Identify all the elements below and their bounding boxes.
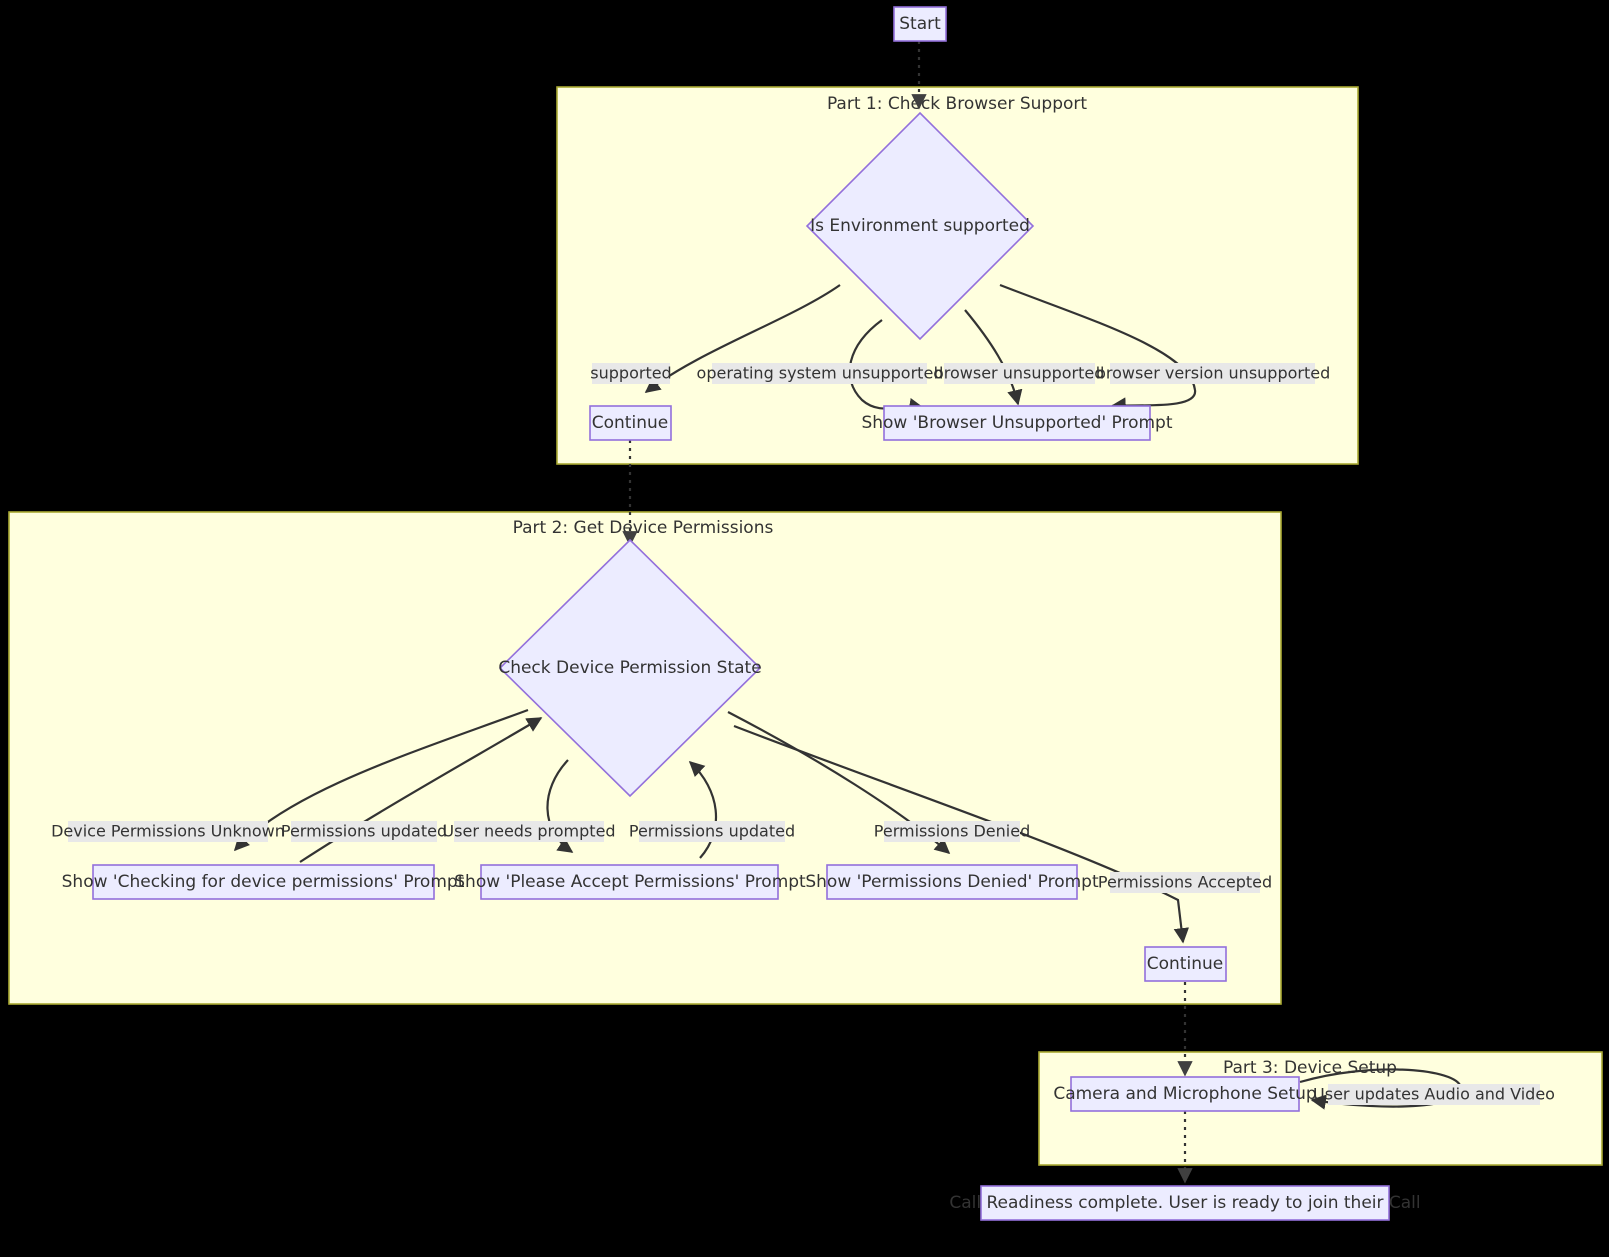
node-continue2-label: Continue [1147,954,1223,974]
edge-label-permissions-denied: Permissions Denied [874,821,1030,842]
edge-label-permissions-denied-text: Permissions Denied [874,822,1030,841]
edge-label-supported-text: supported [590,364,671,383]
node-start[interactable]: Start [893,6,947,42]
flowchart-svg: Part 1: Check Browser Support Part 2: Ge… [8,6,1603,1221]
node-continue1-label: Continue [592,413,668,433]
edge-label-user-updates-av: User updates Audio and Video [1313,1084,1555,1105]
edge-label-device-permissions-unknown-text: Device Permissions Unknown [51,822,285,841]
edge-label-browser-unsupported-text: browser unsupported [934,364,1105,383]
node-accept-prompt-label: Show 'Please Accept Permissions' Prompt [454,872,806,892]
edge-label-permissions-updated-2: Permissions updated [629,821,795,842]
flowchart-diagram: Part 1: Check Browser Support Part 2: Ge… [0,0,1609,1257]
edge-label-user-needs-prompted: User needs prompted [442,821,616,842]
edge-label-permissions-updated-1-text: Permissions updated [281,822,447,841]
cluster-part3-title: Part 3: Device Setup [1223,1058,1397,1078]
node-checking-prompt[interactable]: Show 'Checking for device permissions' P… [62,864,465,900]
edge-label-permissions-updated-2-text: Permissions updated [629,822,795,841]
node-accept-prompt[interactable]: Show 'Please Accept Permissions' Prompt [454,864,806,900]
edge-label-device-permissions-unknown: Device Permissions Unknown [51,821,285,842]
edge-label-permissions-updated-1: Permissions updated [281,821,447,842]
cluster-part1-title: Part 1: Check Browser Support [827,94,1087,114]
edge-label-browser-version-unsupported-text: browser version unsupported [1096,364,1331,383]
node-device-setup-label: Camera and Microphone Setup [1053,1084,1316,1104]
node-denied-prompt-label: Show 'Permissions Denied' Prompt [805,872,1099,892]
node-complete[interactable]: Call Readiness complete. User is ready t… [949,1185,1421,1221]
node-continue2[interactable]: Continue [1144,946,1227,982]
cluster-part2-title: Part 2: Get Device Permissions [513,518,774,538]
node-denied-prompt[interactable]: Show 'Permissions Denied' Prompt [805,864,1099,900]
node-continue1[interactable]: Continue [589,405,672,441]
node-perm-check-label: Check Device Permission State [498,658,761,678]
node-complete-label: Call Readiness complete. User is ready t… [949,1193,1420,1213]
edge-label-os-unsupported: operating system unsupported [697,363,944,384]
edge-label-supported: supported [590,363,672,384]
node-checking-prompt-label: Show 'Checking for device permissions' P… [62,872,465,892]
edge-label-user-updates-av-text: User updates Audio and Video [1313,1085,1555,1104]
edge-label-permissions-accepted: Permissions Accepted [1098,872,1272,893]
node-browser-unsupported-prompt-label: Show 'Browser Unsupported' Prompt [861,413,1172,433]
edge-label-user-needs-prompted-text: User needs prompted [442,822,615,841]
node-env-check-label: Is Environment supported [810,216,1030,236]
edge-label-browser-version-unsupported: browser version unsupported [1096,363,1331,384]
node-browser-unsupported-prompt[interactable]: Show 'Browser Unsupported' Prompt [861,405,1173,441]
edge-label-os-unsupported-text: operating system unsupported [697,364,944,383]
edge-label-browser-unsupported: browser unsupported [934,363,1105,384]
edge-label-permissions-accepted-text: Permissions Accepted [1098,873,1272,892]
node-start-label: Start [899,14,941,34]
node-device-setup[interactable]: Camera and Microphone Setup [1053,1076,1317,1112]
